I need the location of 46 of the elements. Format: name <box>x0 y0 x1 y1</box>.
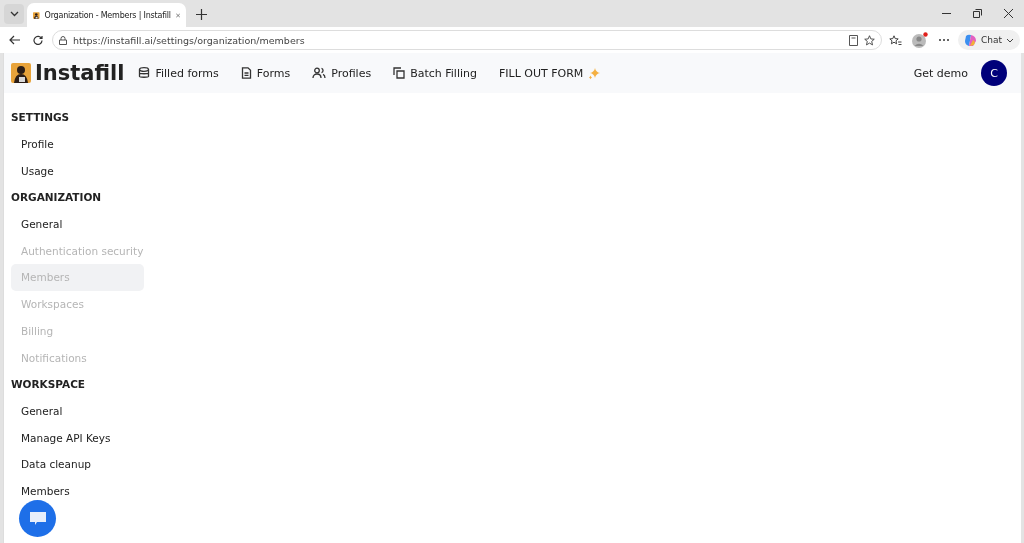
sidebar-item[interactable]: Data cleanup <box>11 450 144 478</box>
document-icon <box>240 67 252 79</box>
chevron-down-icon <box>1006 37 1014 43</box>
chat-bubble-button[interactable] <box>19 500 56 537</box>
brand-logo-icon <box>11 63 31 83</box>
profile-avatar-icon <box>911 32 928 48</box>
nav-link[interactable]: Filled forms <box>138 66 219 80</box>
people-icon <box>312 67 327 79</box>
brand-name[interactable]: Instafill <box>35 61 125 85</box>
section-heading: WORKSPACE <box>11 378 86 391</box>
sidebar-item[interactable]: Profile <box>11 130 144 158</box>
profile-button[interactable] <box>909 30 930 50</box>
back-arrow-icon <box>8 35 20 45</box>
nav-link[interactable]: FILL OUT FORM <box>499 66 602 80</box>
lock-icon <box>59 35 67 45</box>
favicon-icon <box>33 9 40 21</box>
minimize-icon <box>942 13 951 14</box>
sidebar-item[interactable]: Usage <box>11 157 144 185</box>
chat-button[interactable]: Chat <box>957 30 1020 50</box>
nav-link[interactable]: Profiles <box>312 66 372 80</box>
sidebar-item[interactable]: General <box>11 210 144 238</box>
browser-tab[interactable]: Organization - Members | Instafill <box>27 3 186 27</box>
star-list-icon <box>889 34 903 46</box>
section-heading: ORGANIZATION <box>11 191 102 204</box>
sidebar-item[interactable]: Members <box>11 477 144 505</box>
user-avatar[interactable]: C <box>981 60 1007 86</box>
sidebar-item[interactable]: Manage API Keys <box>11 424 144 451</box>
copy-icon <box>393 67 406 79</box>
close-tab-icon[interactable] <box>175 11 180 19</box>
new-tab-button[interactable] <box>196 7 207 23</box>
star-icon <box>863 34 875 46</box>
restore-icon <box>973 9 982 18</box>
copilot-logo-icon <box>963 33 977 47</box>
message-icon <box>28 510 47 527</box>
section-heading: SETTINGS <box>11 111 70 124</box>
chevron-down-icon <box>9 11 19 17</box>
database-icon <box>138 67 151 79</box>
sidebar-item[interactable]: General <box>11 397 144 425</box>
close-icon <box>1004 9 1013 18</box>
tab-list-button[interactable] <box>4 4 24 24</box>
get-demo-link[interactable]: Get demo <box>913 66 968 80</box>
nav-link[interactable]: Batch Filling <box>393 66 477 80</box>
nav-link[interactable]: Forms <box>240 66 291 80</box>
reader-view-icon <box>848 34 858 46</box>
reload-icon <box>33 35 43 45</box>
plus-icon <box>196 9 207 20</box>
